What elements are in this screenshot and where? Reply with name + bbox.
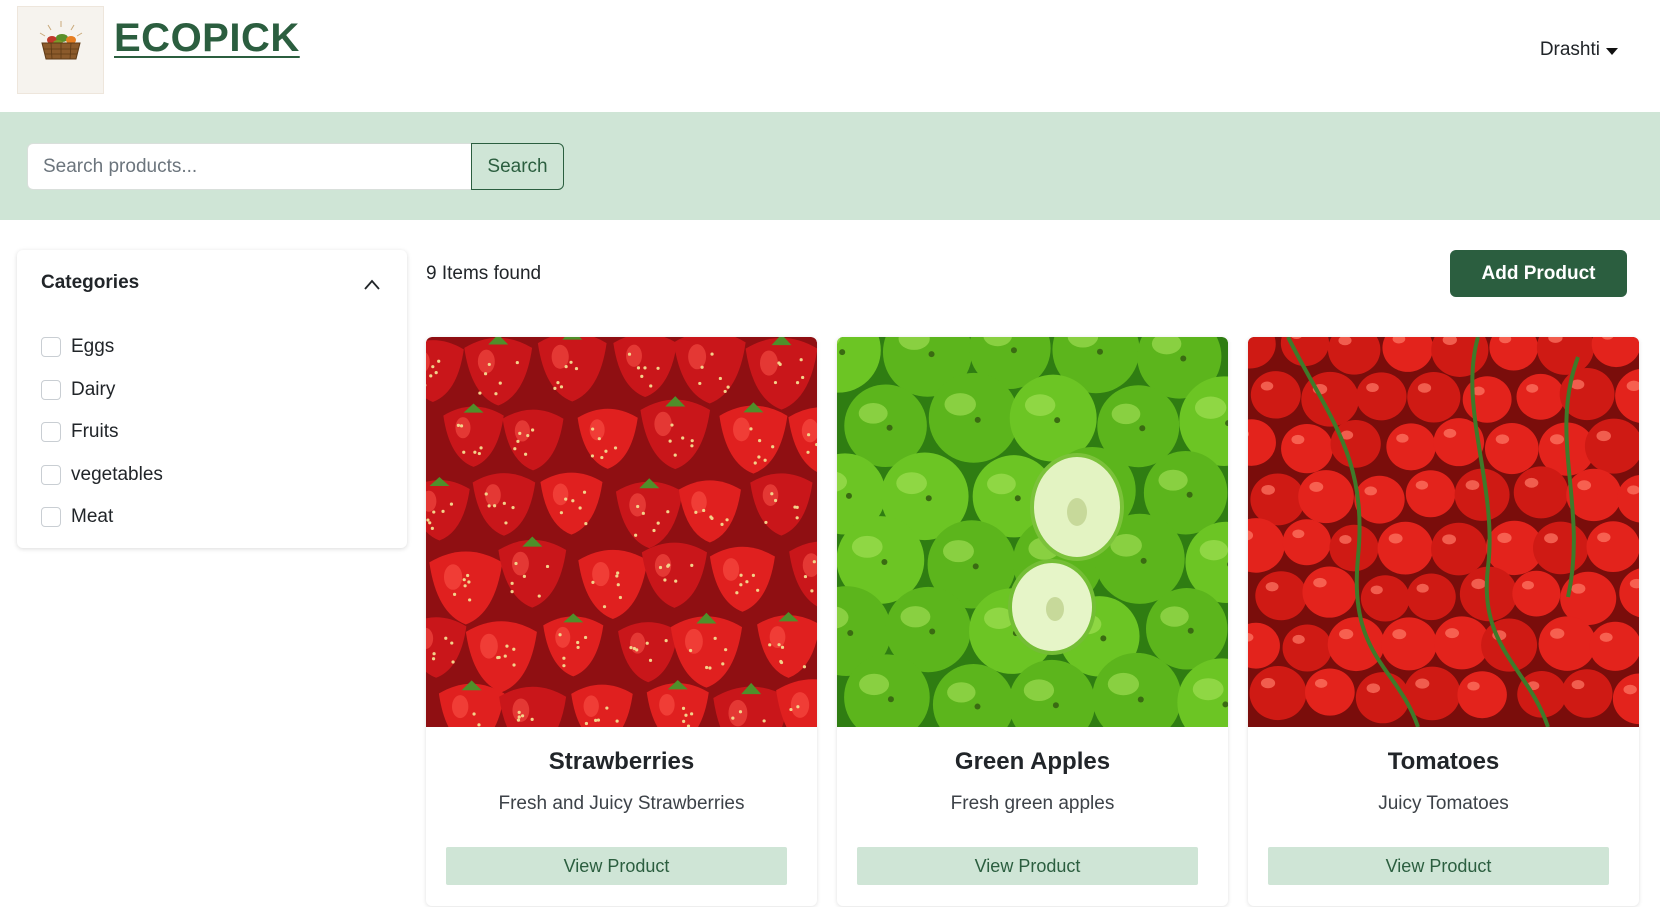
category-list: Eggs Dairy Fruits vegetables Meat [41, 326, 163, 539]
brand-link[interactable]: ECOPICK [114, 16, 300, 61]
category-item-vegetables[interactable]: vegetables [41, 454, 163, 497]
product-image[interactable] [1248, 337, 1639, 727]
checkbox[interactable] [41, 464, 61, 485]
category-label: Fruits [71, 421, 119, 443]
product-card: Strawberries Fresh and Juicy Strawberrie… [426, 337, 817, 906]
product-card: Tomatoes Juicy Tomatoes View Product [1248, 337, 1639, 906]
product-image[interactable] [426, 337, 817, 727]
items-count: 9 Items found [426, 263, 542, 284]
category-item-fruits[interactable]: Fruits [41, 411, 163, 454]
product-title: Strawberries [548, 748, 695, 775]
tomatoes-image [1248, 337, 1639, 727]
checkbox[interactable] [41, 379, 61, 400]
caret-down-icon [1606, 47, 1618, 55]
user-name: Drashti [1539, 39, 1600, 60]
product-description: Fresh green apples [950, 793, 1115, 814]
product-description: Fresh and Juicy Strawberries [498, 793, 745, 814]
logo[interactable] [17, 6, 104, 94]
search-bar: Search [0, 112, 1660, 220]
category-label: Eggs [71, 336, 115, 358]
checkbox[interactable] [41, 422, 61, 443]
product-image[interactable] [837, 337, 1228, 727]
green-apples-image [837, 337, 1228, 727]
checkbox[interactable] [41, 507, 61, 528]
product-title: Tomatoes [1387, 748, 1500, 775]
chevron-up-icon[interactable] [363, 276, 381, 294]
categories-panel: Categories Eggs Dairy Fruits vegetables … [17, 250, 407, 548]
view-product-button[interactable]: View Product [1268, 847, 1609, 885]
basket-logo-icon [39, 21, 83, 60]
add-product-button[interactable]: Add Product [1450, 250, 1627, 297]
product-description: Juicy Tomatoes [1378, 793, 1509, 814]
search-input[interactable] [27, 143, 472, 190]
category-item-dairy[interactable]: Dairy [41, 369, 163, 412]
strawberries-image [426, 337, 817, 727]
category-label: Dairy [71, 378, 116, 400]
checkbox[interactable] [41, 337, 61, 358]
category-item-eggs[interactable]: Eggs [41, 326, 163, 369]
search-button[interactable]: Search [471, 143, 564, 190]
product-title: Green Apples [954, 748, 1111, 775]
view-product-button[interactable]: View Product [857, 847, 1198, 885]
category-label: Meat [71, 506, 114, 528]
product-card: Green Apples Fresh green apples View Pro… [837, 337, 1228, 906]
view-product-button[interactable]: View Product [446, 847, 787, 885]
categories-title: Categories [41, 272, 140, 293]
header: ECOPICK Drashti [0, 0, 1660, 112]
category-item-meat[interactable]: Meat [41, 496, 163, 539]
user-menu[interactable]: Drashti [1540, 39, 1618, 61]
category-label: vegetables [71, 463, 163, 485]
